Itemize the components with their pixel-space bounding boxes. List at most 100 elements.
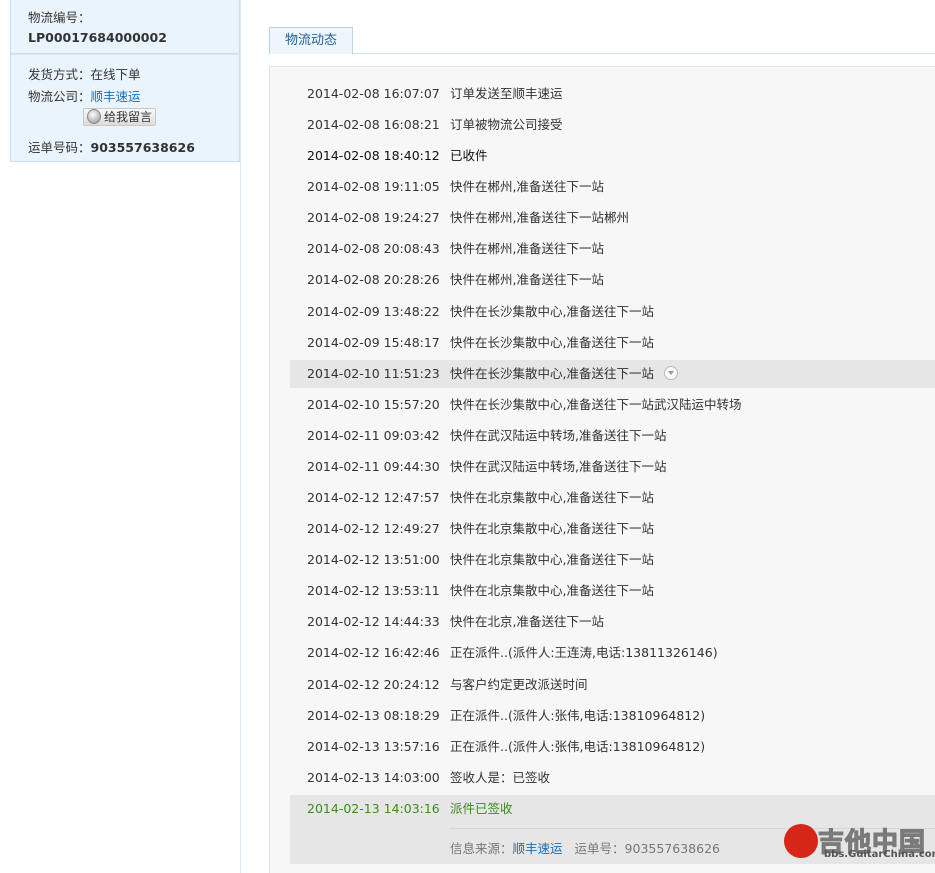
event-desc: 快件在北京集散中心,准备送往下一站 <box>450 577 654 605</box>
chat-avatar-icon <box>87 109 101 124</box>
event-time: 2014-02-09 13:48:22 <box>307 303 440 319</box>
event-time: 2014-02-13 14:03:00 <box>307 769 440 785</box>
event-desc: 快件在北京集散中心,准备送往下一站 <box>450 484 654 512</box>
tracking-row: 2014-02-11 09:44:30 快件在武汉陆运中转场,准备送往下一站 <box>290 453 935 481</box>
event-desc-text: 快件在北京集散中心,准备送往下一站 <box>450 521 654 537</box>
event-time: 2014-02-08 20:28:26 <box>307 272 440 288</box>
event-desc: 快件在郴州,准备送往下一站 <box>450 266 604 294</box>
source-waybill-label: 运单号： <box>574 841 625 856</box>
tracking-row: 2014-02-10 11:51:23 快件在长沙集散中心,准备送往下一站 <box>290 359 935 388</box>
tracking-row: 2014-02-13 08:18:29 正在派件..(派件人:张伟,电话:1381… <box>290 702 935 730</box>
event-desc: 正在派件..(派件人:张伟,电话:13810964812) <box>450 702 705 730</box>
event-desc: 快件在长沙集散中心,准备送往下一站 <box>450 360 678 388</box>
tracking-row: 2014-02-08 19:24:27 快件在郴州,准备送往下一站郴州 <box>290 204 935 232</box>
event-time: 2014-02-08 20:08:43 <box>307 241 440 257</box>
tracking-row: 2014-02-13 14:03:00 签收人是：已签收 <box>290 764 935 792</box>
leave-message-button[interactable]: 给我留言 <box>83 108 156 126</box>
waybill-number: 903557638626 <box>90 140 195 155</box>
event-time: 2014-02-10 15:57:20 <box>307 396 440 412</box>
tracking-row: 2014-02-12 13:51:00 快件在北京集散中心,准备送往下一站 <box>290 546 935 574</box>
event-desc-text: 派件已签收 <box>450 801 513 816</box>
event-time: 2014-02-08 19:11:05 <box>307 179 440 195</box>
event-desc-text: 正在派件..(派件人:张伟,电话:13810964812) <box>450 707 706 723</box>
event-desc-text: 快件在长沙集散中心,准备送往下一站 <box>450 365 654 381</box>
tracking-row: 2014-02-08 20:08:43 快件在郴州,准备送往下一站 <box>290 235 935 263</box>
chevron-down-icon[interactable] <box>663 366 678 381</box>
event-time: 2014-02-10 11:51:23 <box>307 365 440 381</box>
event-desc-text: 已收件 <box>450 148 488 164</box>
tracking-row: 2014-02-08 16:08:21 订单被物流公司接受 <box>290 111 935 139</box>
event-desc: 快件在郴州,准备送往下一站郴州 <box>450 204 629 232</box>
tracking-row: 2014-02-11 09:03:42 快件在武汉陆运中转场,准备送往下一站 <box>290 422 935 450</box>
tab-bar-divider <box>269 53 935 54</box>
event-time: 2014-02-12 16:42:46 <box>307 645 440 661</box>
event-time: 2014-02-12 12:47:57 <box>307 490 440 506</box>
event-desc-text: 快件在长沙集散中心,准备送往下一站 <box>450 334 654 350</box>
tracking-row: 2014-02-13 13:57:16 正在派件..(派件人:张伟,电话:1381… <box>290 733 935 761</box>
event-time: 2014-02-08 16:08:21 <box>307 117 440 133</box>
event-desc-text: 正在派件..(派件人:王连涛,电话:13811326146) <box>450 645 718 661</box>
event-desc: 与客户约定更改派送时间 <box>450 671 588 699</box>
event-desc-text: 快件在郴州,准备送往下一站郴州 <box>450 210 629 226</box>
event-desc: 快件在北京集散中心,准备送往下一站 <box>450 546 654 574</box>
event-time: 2014-02-13 13:57:16 <box>307 738 440 754</box>
event-desc: 快件在武汉陆运中转场,准备送往下一站 <box>450 422 666 450</box>
event-desc-text: 快件在北京集散中心,准备送往下一站 <box>450 583 654 599</box>
event-desc-text: 快件在武汉陆运中转场,准备送往下一站 <box>450 427 667 443</box>
company-link[interactable]: 顺丰速运 <box>91 89 141 104</box>
event-desc-text: 快件在北京,准备送往下一站 <box>450 614 604 630</box>
event-desc-text: 快件在北京集散中心,准备送往下一站 <box>450 552 654 568</box>
event-time: 2014-02-12 12:49:27 <box>307 521 440 537</box>
tracking-row: 2014-02-12 13:53:11 快件在北京集散中心,准备送往下一站 <box>290 577 935 605</box>
event-desc-text: 快件在北京集散中心,准备送往下一站 <box>450 490 654 506</box>
sidebar: 物流编号： LP00017684000002 发货方式：在线下单 物流公司：顺丰… <box>0 0 241 873</box>
event-time: 2014-02-13 14:03:16 <box>307 801 440 816</box>
event-desc-text: 正在派件..(派件人:张伟,电话:13810964812) <box>450 738 706 754</box>
tracking-row: 2014-02-09 15:48:17 快件在长沙集散中心,准备送往下一站 <box>290 329 935 357</box>
source-company-link[interactable]: 顺丰速运 <box>513 841 563 856</box>
tracking-row: 2014-02-08 16:07:07 订单发送至顺丰速运 <box>290 80 935 108</box>
event-desc-text: 订单被物流公司接受 <box>450 117 563 133</box>
event-desc-text: 订单发送至顺丰速运 <box>450 86 563 101</box>
event-time: 2014-02-11 09:44:30 <box>307 458 440 474</box>
event-desc: 快件在郴州,准备送往下一站 <box>450 235 604 263</box>
waybill-label: 运单号码： <box>28 140 91 155</box>
tracking-row: 2014-02-08 18:40:12 已收件 <box>290 142 935 170</box>
source-label: 信息来源： <box>450 841 513 856</box>
tab-logistics-updates[interactable]: 物流动态 <box>269 27 353 54</box>
tracking-row: 2014-02-08 19:11:05 快件在郴州,准备送往下一站 <box>290 173 935 201</box>
event-time: 2014-02-08 16:07:07 <box>307 86 440 101</box>
event-desc: 正在派件..(派件人:王连涛,电话:13811326146) <box>450 639 718 667</box>
event-time: 2014-02-08 19:24:27 <box>307 210 440 226</box>
event-desc: 快件在长沙集散中心,准备送往下一站武汉陆运中转场 <box>450 391 741 419</box>
event-desc: 订单被物流公司接受 <box>450 111 563 139</box>
event-time: 2014-02-12 13:53:11 <box>307 583 440 599</box>
event-time: 2014-02-09 15:48:17 <box>307 334 440 350</box>
event-desc: 已收件 <box>450 142 488 170</box>
event-time: 2014-02-08 18:40:12 <box>307 148 440 164</box>
event-time: 2014-02-12 13:51:00 <box>307 552 440 568</box>
ship-method-label: 发货方式： <box>28 67 91 82</box>
event-desc: 快件在长沙集散中心,准备送往下一站 <box>450 329 654 357</box>
event-desc: 快件在北京集散中心,准备送往下一站 <box>450 515 654 543</box>
watermark-url: bbs.GuitarChina.com <box>824 849 935 860</box>
info-source: 信息来源：顺丰速运 运单号：903557638626 <box>450 835 720 863</box>
company-label: 物流公司： <box>28 89 91 104</box>
logistics-number-box: 物流编号： LP00017684000002 <box>10 0 240 54</box>
event-desc: 派件已签收 <box>450 795 513 823</box>
event-desc-text: 快件在郴州,准备送往下一站 <box>450 272 604 288</box>
event-time: 2014-02-13 08:18:29 <box>307 707 440 723</box>
event-desc: 订单发送至顺丰速运 <box>450 80 563 108</box>
tracking-row: 2014-02-12 14:44:33 快件在北京,准备送往下一站 <box>290 608 935 636</box>
waybill-row: 运单号码：903557638626 <box>28 137 195 156</box>
event-time: 2014-02-12 20:24:12 <box>307 676 440 692</box>
event-desc: 签收人是：已签收 <box>450 764 550 792</box>
leave-message-label: 给我留言 <box>104 110 153 124</box>
guitar-logo-icon <box>784 824 818 858</box>
tracking-row: 2014-02-08 20:28:26 快件在郴州,准备送往下一站 <box>290 266 935 294</box>
event-desc-text: 快件在武汉陆运中转场,准备送往下一站 <box>450 458 667 474</box>
ship-method: 在线下单 <box>90 67 141 82</box>
tracking-row: 2014-02-12 12:47:57 快件在北京集散中心,准备送往下一站 <box>290 484 935 512</box>
tracking-row: 2014-02-10 15:57:20 快件在长沙集散中心,准备送往下一站武汉陆运… <box>290 391 935 419</box>
source-waybill: 903557638626 <box>624 841 720 856</box>
